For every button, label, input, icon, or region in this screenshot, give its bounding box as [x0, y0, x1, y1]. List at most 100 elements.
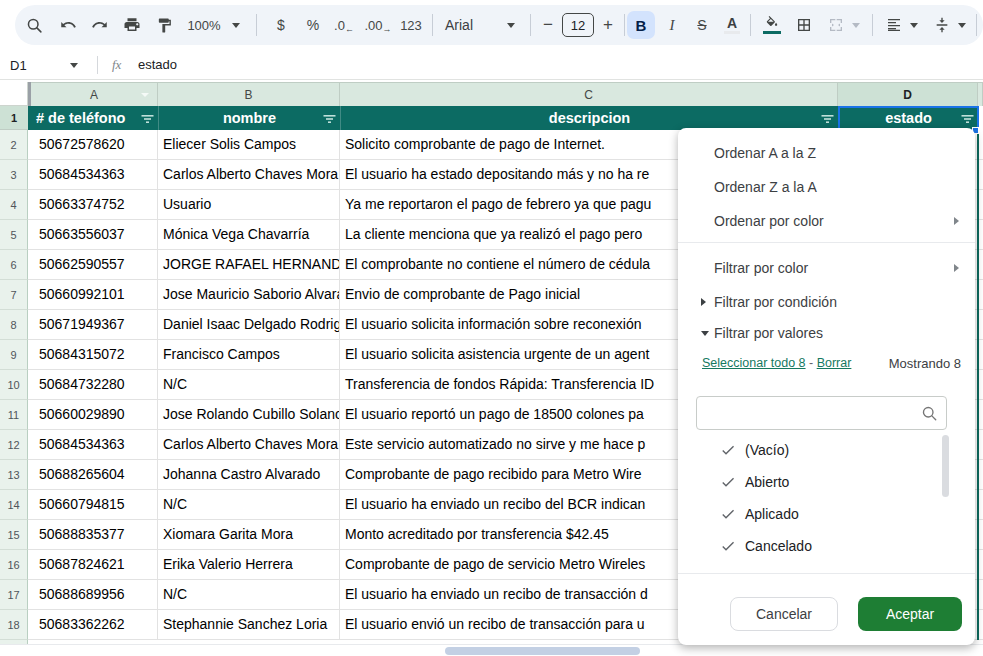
- search-icon[interactable]: [22, 9, 46, 41]
- row-number[interactable]: 5: [0, 220, 28, 250]
- cell-phone[interactable]: 50684315072: [28, 340, 158, 370]
- cell-name[interactable]: Francisco Campos: [158, 340, 340, 370]
- cell-phone[interactable]: 50684732280: [28, 370, 158, 400]
- cell-phone[interactable]: 50671949367: [28, 310, 158, 340]
- row-number[interactable]: 18: [0, 610, 28, 640]
- menu-item-sort-az[interactable]: Ordenar A a la Z: [678, 136, 975, 170]
- font-caret-icon[interactable]: [505, 9, 517, 41]
- cell-name[interactable]: Johanna Castro Alvarado: [158, 460, 340, 490]
- italic-button[interactable]: I: [660, 9, 684, 41]
- row-number-1[interactable]: 1: [0, 106, 28, 130]
- cell-name[interactable]: Jose Mauricio Saborio Alvara: [158, 280, 340, 310]
- cell-name[interactable]: Eliecer Solis Campos: [158, 130, 340, 160]
- cell-phone[interactable]: 50672578620: [28, 130, 158, 160]
- cell-phone[interactable]: 50687824621: [28, 550, 158, 580]
- undo-icon[interactable]: [56, 9, 80, 41]
- format-currency-button[interactable]: $: [268, 9, 294, 41]
- row-number[interactable]: 6: [0, 250, 28, 280]
- cell-phone[interactable]: 50684534363: [28, 160, 158, 190]
- font-size-input[interactable]: 12: [562, 13, 594, 37]
- cell-name[interactable]: Xiomara Garita Mora: [158, 520, 340, 550]
- horizontal-align-button[interactable]: [882, 9, 906, 41]
- cell-phone[interactable]: 50660794815: [28, 490, 158, 520]
- column-header-d[interactable]: D: [838, 82, 978, 106]
- filter-icon[interactable]: [323, 112, 336, 128]
- paint-format-icon[interactable]: [152, 9, 176, 41]
- row-number[interactable]: 4: [0, 190, 28, 220]
- formula-input[interactable]: estado: [138, 57, 177, 72]
- text-color-button[interactable]: A: [720, 9, 744, 41]
- filter-value-item[interactable]: Abierto: [678, 466, 975, 498]
- menu-item-filter-by-condition[interactable]: Filtrar por condición: [678, 285, 975, 319]
- row-number[interactable]: 16: [0, 550, 28, 580]
- row-number[interactable]: 17: [0, 580, 28, 610]
- cell-name[interactable]: Mónica Vega Chavarría: [158, 220, 340, 250]
- vertical-align-button[interactable]: [930, 9, 954, 41]
- cell-phone[interactable]: 50683362262: [28, 610, 158, 640]
- accept-button[interactable]: Aceptar: [858, 597, 962, 631]
- cell-phone[interactable]: 50688689956: [28, 580, 158, 610]
- horizontal-scrollbar-thumb[interactable]: [445, 647, 640, 655]
- header-cell-estado[interactable]: estado: [838, 106, 978, 130]
- cell-phone[interactable]: 50663556037: [28, 220, 158, 250]
- font-name-select[interactable]: Arial: [445, 9, 485, 41]
- format-percent-button[interactable]: %: [300, 9, 326, 41]
- filter-value-item[interactable]: Aplicado: [678, 498, 975, 530]
- column-header-b[interactable]: B: [158, 82, 340, 106]
- cell-name[interactable]: Daniel Isaac Delgado Rodrig: [158, 310, 340, 340]
- row-number[interactable]: 11: [0, 400, 28, 430]
- fill-color-button[interactable]: [760, 9, 784, 41]
- row-number[interactable]: 7: [0, 280, 28, 310]
- bold-button[interactable]: B: [627, 11, 655, 39]
- clear-link[interactable]: Borrar: [817, 356, 852, 370]
- cell-phone[interactable]: 50688265604: [28, 460, 158, 490]
- row-number[interactable]: 12: [0, 430, 28, 460]
- cell-phone[interactable]: 50663374752: [28, 190, 158, 220]
- zoom-select[interactable]: 100%: [183, 9, 225, 41]
- filter-value-item[interactable]: (Vacío): [678, 434, 975, 466]
- decrease-decimal-button[interactable]: .0←: [330, 9, 358, 41]
- filter-search-input[interactable]: [696, 396, 947, 430]
- filter-value-item[interactable]: Cancelado: [678, 530, 975, 562]
- row-number[interactable]: 14: [0, 490, 28, 520]
- merge-caret-icon[interactable]: [850, 9, 862, 41]
- decrease-font-size-button[interactable]: −: [538, 9, 558, 41]
- cell-phone[interactable]: 50684534363: [28, 430, 158, 460]
- row-number[interactable]: 13: [0, 460, 28, 490]
- cell-name[interactable]: Erika Valerio Herrera: [158, 550, 340, 580]
- menu-item-sort-by-color[interactable]: Ordenar por color: [678, 204, 975, 238]
- cell-phone[interactable]: 50660992101: [28, 280, 158, 310]
- filter-icon[interactable]: [821, 112, 834, 128]
- cell-name[interactable]: N/C: [158, 370, 340, 400]
- cell-name[interactable]: Carlos Alberto Chaves Mora: [158, 430, 340, 460]
- merge-cells-button[interactable]: [824, 9, 848, 41]
- cell-name[interactable]: Carlos Alberto Chaves Mora: [158, 160, 340, 190]
- row-number[interactable]: 15: [0, 520, 28, 550]
- cell-name[interactable]: Usuario: [158, 190, 340, 220]
- column-header-a[interactable]: A: [31, 82, 158, 106]
- cell-name[interactable]: N/C: [158, 490, 340, 520]
- row-number[interactable]: 3: [0, 160, 28, 190]
- cell-phone[interactable]: 50662590557: [28, 250, 158, 280]
- column-header-e[interactable]: [978, 82, 983, 106]
- select-all-link[interactable]: Seleccionar todo 8: [702, 356, 806, 370]
- menu-item-sort-za[interactable]: Ordenar Z a la A: [678, 170, 975, 204]
- cell-phone[interactable]: 50688835377: [28, 520, 158, 550]
- header-cell-descripcion[interactable]: descripcion: [340, 106, 838, 130]
- redo-icon[interactable]: [88, 9, 112, 41]
- row-number[interactable]: 9: [0, 340, 28, 370]
- row-number[interactable]: 10: [0, 370, 28, 400]
- header-cell-nombre[interactable]: nombre: [158, 106, 340, 130]
- header-cell-telefono[interactable]: # de teléfono: [28, 106, 158, 130]
- select-all-corner[interactable]: [0, 82, 28, 106]
- filter-icon[interactable]: [961, 112, 974, 128]
- row-number[interactable]: 2: [0, 130, 28, 160]
- filter-icon[interactable]: [141, 112, 154, 128]
- cell-name[interactable]: Stephannie Sanchez Loria: [158, 610, 340, 640]
- menu-item-filter-by-color[interactable]: Filtrar por color: [678, 251, 975, 285]
- valign-caret-icon[interactable]: [956, 9, 968, 41]
- cell-phone[interactable]: 50660029890: [28, 400, 158, 430]
- row-number[interactable]: 8: [0, 310, 28, 340]
- name-box[interactable]: D1: [10, 50, 78, 80]
- increase-font-size-button[interactable]: +: [598, 9, 618, 41]
